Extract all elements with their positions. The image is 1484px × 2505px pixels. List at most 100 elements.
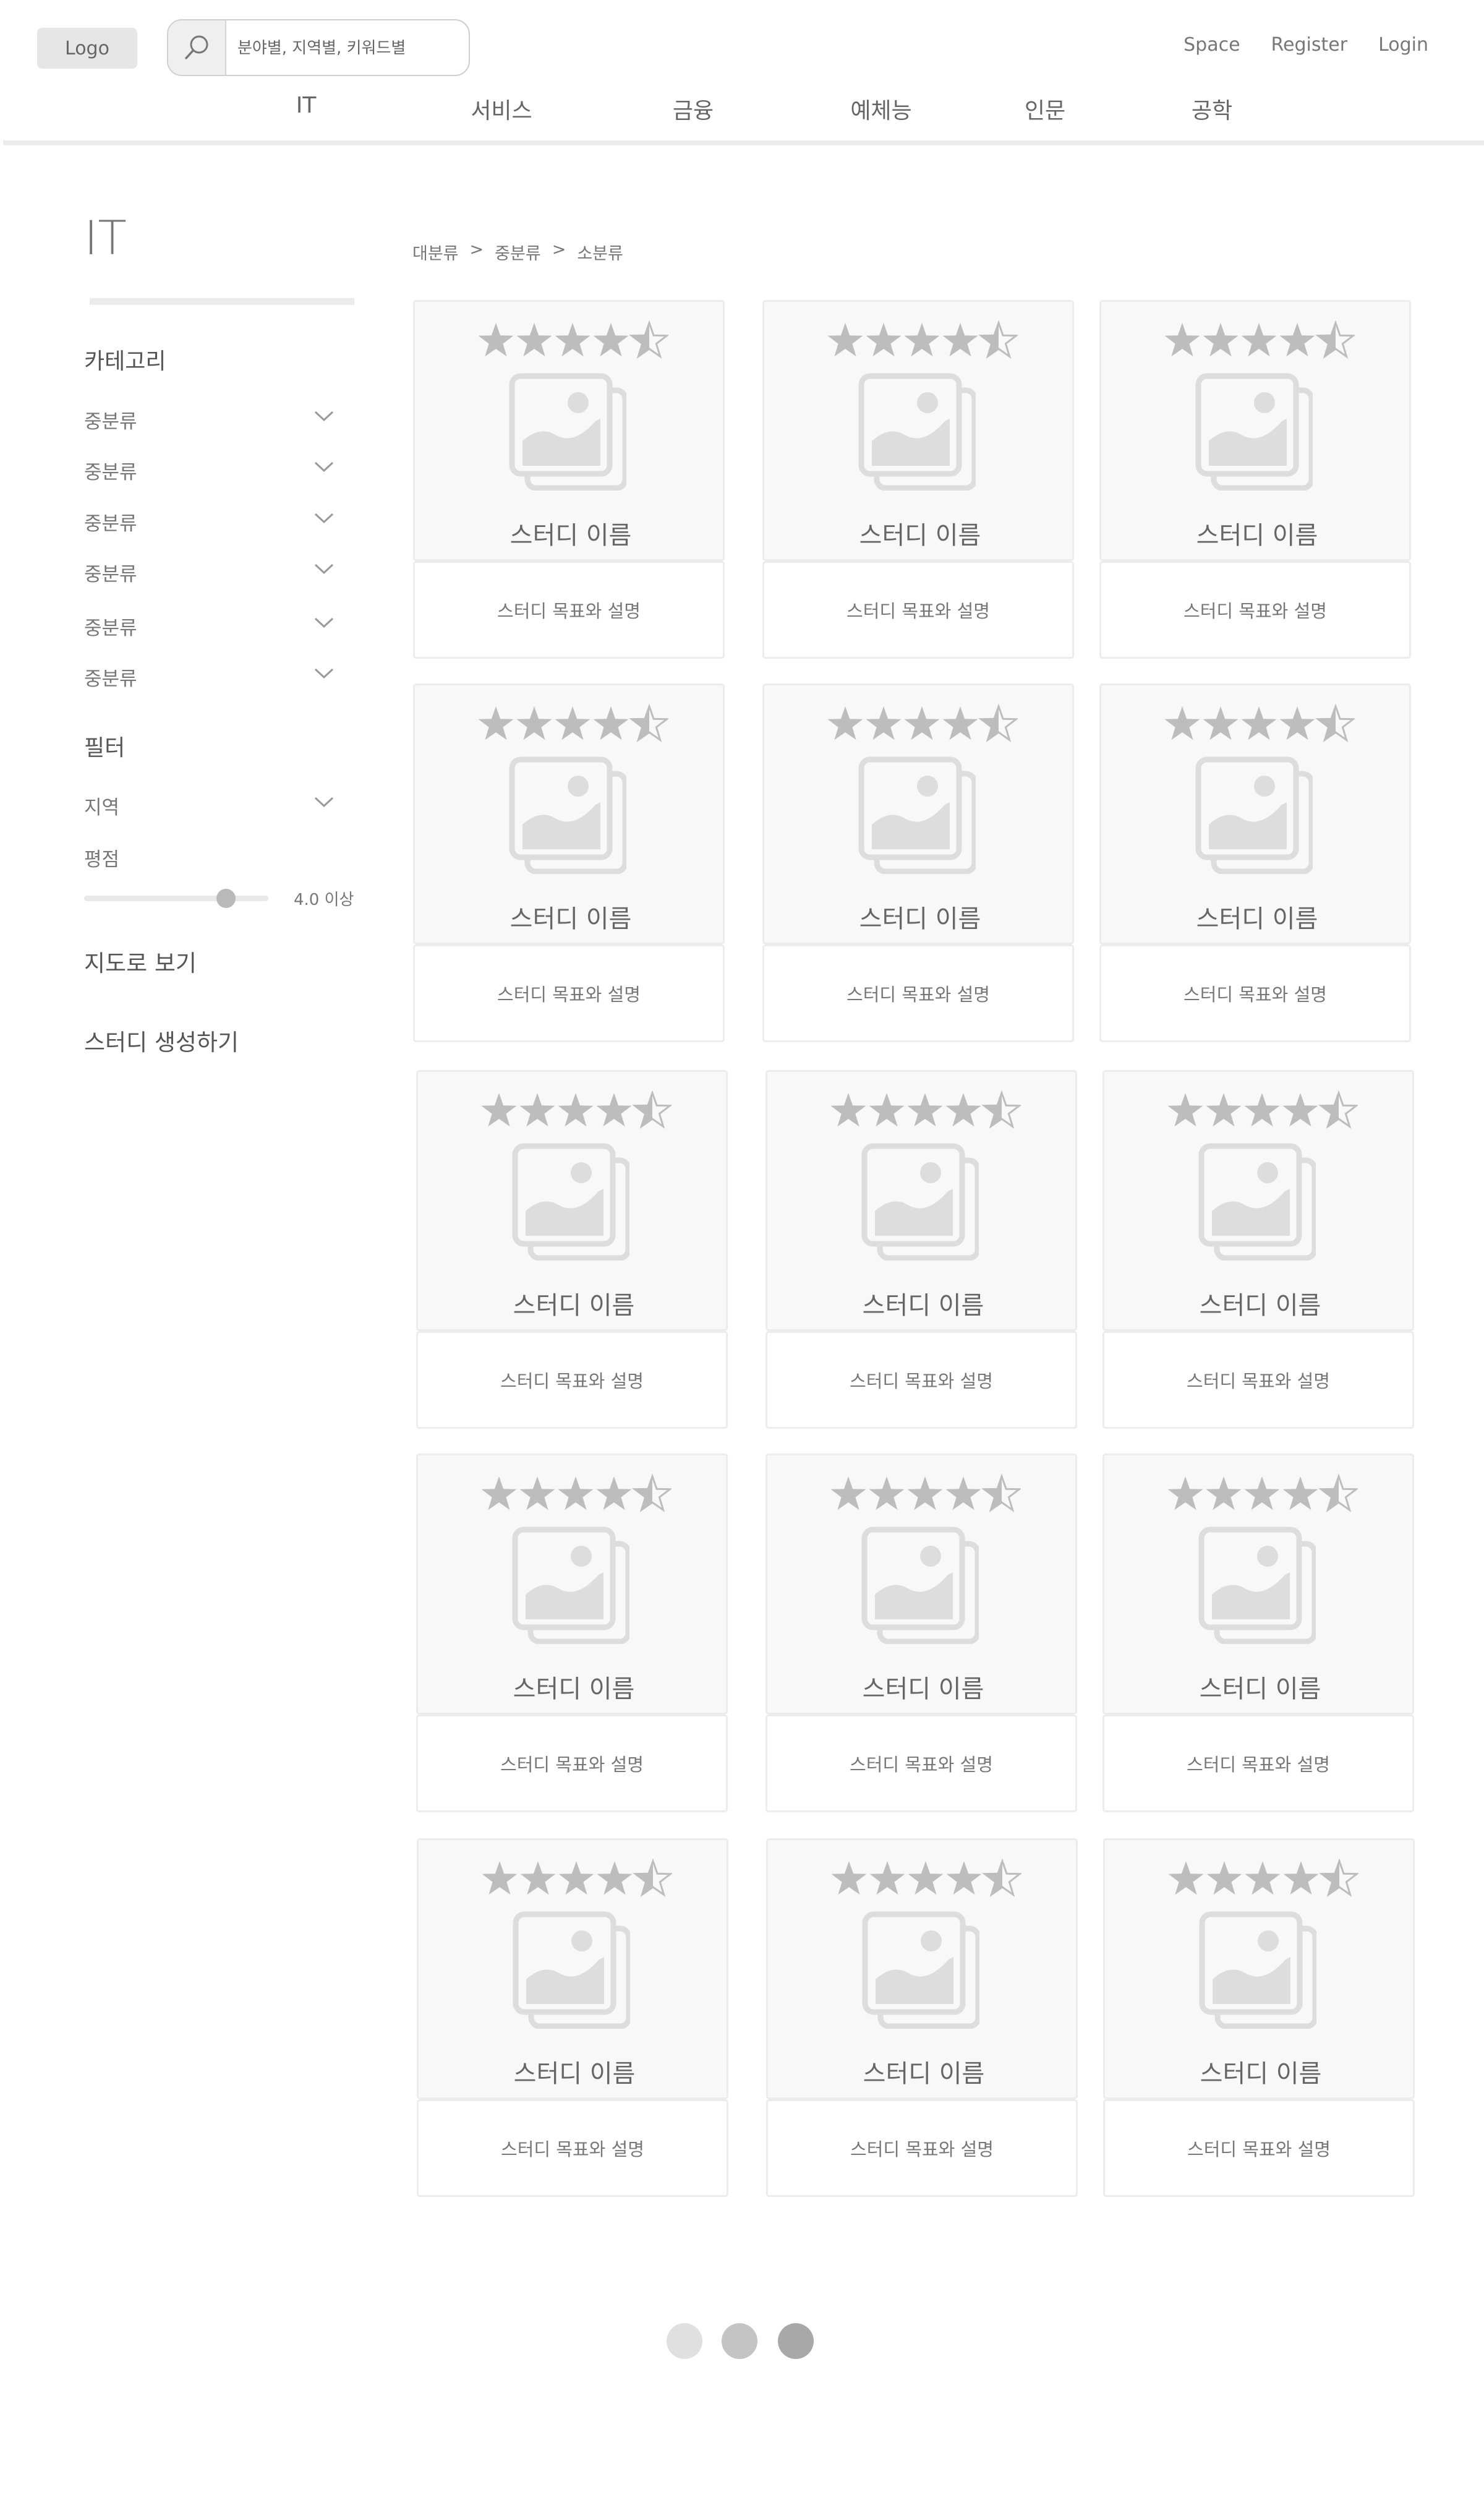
star-icon xyxy=(945,1093,981,1127)
image-placeholder-icon xyxy=(858,756,976,874)
study-card[interactable]: 스터디 이름 스터디 목표와 설명 xyxy=(1099,683,1411,1042)
star-icon xyxy=(1164,323,1200,357)
star-icon xyxy=(516,323,552,357)
star-icon xyxy=(1203,323,1239,357)
nav-item-finance[interactable]: 금융 xyxy=(673,93,714,125)
chevron-down-icon xyxy=(314,411,334,422)
top-links: Space Register Login xyxy=(1183,34,1428,56)
study-card-image-area: 스터디 이름 xyxy=(413,683,725,944)
category-item[interactable]: 중분류 xyxy=(84,559,335,589)
search-button[interactable] xyxy=(168,20,226,75)
image-placeholder-icon xyxy=(1198,1527,1316,1644)
study-name: 스터디 이름 xyxy=(859,905,981,933)
category-heading: 카테고리 xyxy=(84,349,166,374)
star-icon xyxy=(869,1093,905,1127)
study-description: 스터디 목표와 설명 xyxy=(1099,561,1411,659)
study-description: 스터디 목표와 설명 xyxy=(1102,1331,1414,1429)
image-placeholder-icon xyxy=(1195,373,1313,490)
study-card[interactable]: 스터디 이름 스터디 목표와 설명 xyxy=(766,1838,1078,2197)
star-icon xyxy=(866,323,902,357)
star-rating xyxy=(831,1859,1021,1898)
breadcrumb-major[interactable]: 대분류 xyxy=(412,240,459,264)
star-icon xyxy=(519,1093,555,1127)
nav-item-arts-sports[interactable]: 예체능 xyxy=(850,93,911,125)
star-icon xyxy=(597,1861,633,1895)
page-dot-1[interactable] xyxy=(667,2323,702,2359)
rating-slider-track[interactable] xyxy=(84,896,268,901)
star-icon xyxy=(1167,1093,1203,1127)
star-rating xyxy=(478,320,668,359)
register-link[interactable]: Register xyxy=(1271,34,1348,56)
study-card-image-area: 스터디 이름 xyxy=(1102,1454,1414,1715)
study-card[interactable]: 스터디 이름 스터디 목표와 설명 xyxy=(762,683,1074,1042)
study-card-image-area: 스터디 이름 xyxy=(765,1070,1077,1331)
main-nav: IT 서비스 금융 예체능 인문 공학 xyxy=(0,93,1484,130)
star-icon xyxy=(830,1476,866,1510)
star-icon xyxy=(1245,1861,1281,1895)
rating-value: 4.0 이상 xyxy=(294,891,354,909)
search-input[interactable] xyxy=(236,20,467,75)
study-card[interactable]: 스터디 이름 스터디 목표와 설명 xyxy=(413,683,725,1042)
study-name: 스터디 이름 xyxy=(1199,1675,1321,1703)
study-name: 스터디 이름 xyxy=(859,521,981,550)
study-card[interactable]: 스터디 이름 스터디 목표와 설명 xyxy=(416,1070,728,1429)
study-card[interactable]: 스터디 이름 스터디 목표와 설명 xyxy=(765,1070,1077,1429)
star-icon xyxy=(519,1476,555,1510)
study-name: 스터디 이름 xyxy=(863,2060,985,2088)
image-placeholder-icon xyxy=(1195,756,1313,874)
page-dot-2[interactable] xyxy=(722,2323,757,2359)
category-item[interactable]: 중분류 xyxy=(84,508,335,539)
logo[interactable]: Logo xyxy=(37,28,137,69)
map-view-link[interactable]: 지도로 보기 xyxy=(84,944,197,978)
study-card[interactable]: 스터디 이름 스터디 목표와 설명 xyxy=(417,1838,728,2197)
page-dot-3[interactable] xyxy=(778,2323,814,2359)
study-card[interactable]: 스터디 이름 스터디 목표와 설명 xyxy=(1102,1070,1414,1429)
star-icon xyxy=(558,1093,594,1127)
star-icon xyxy=(907,1476,943,1510)
category-item[interactable]: 중분류 xyxy=(84,406,335,437)
category-item[interactable]: 중분류 xyxy=(84,612,335,643)
nav-item-it[interactable]: IT xyxy=(296,93,317,118)
study-card[interactable]: 스터디 이름스터디 목표와 설명 xyxy=(1102,1454,1414,1812)
study-description: 스터디 목표와 설명 xyxy=(416,1715,728,1812)
study-description: 스터디 목표와 설명 xyxy=(762,561,1074,659)
study-description: 스터디 목표와 설명 xyxy=(416,1331,728,1429)
study-name: 스터디 이름 xyxy=(1196,905,1318,933)
category-label: 중분류 xyxy=(84,461,137,484)
study-card[interactable]: 스터디 이름 스터디 목표와 설명 xyxy=(1099,300,1411,659)
breadcrumb-middle[interactable]: 중분류 xyxy=(495,240,541,264)
study-name: 스터디 이름 xyxy=(862,1675,984,1703)
study-card[interactable]: 스터디 이름 스터디 목표와 설명 xyxy=(765,1454,1077,1812)
star-icon xyxy=(1244,1093,1280,1127)
study-card[interactable]: 스터디 이름 스터디 목표와 설명 xyxy=(413,300,725,659)
nav-item-engineering[interactable]: 공학 xyxy=(1192,93,1232,125)
star-icon xyxy=(1203,706,1239,740)
search-icon xyxy=(185,35,208,59)
space-link[interactable]: Space xyxy=(1183,34,1240,56)
study-card[interactable]: 스터디 이름 스터디 목표와 설명 xyxy=(1103,1838,1415,2197)
region-filter[interactable]: 지역 xyxy=(84,792,335,823)
nav-item-humanities[interactable]: 인문 xyxy=(1025,93,1065,125)
image-placeholder-icon xyxy=(862,1911,979,2029)
star-icon xyxy=(555,706,591,740)
star-rating xyxy=(482,1859,672,1898)
study-description: 스터디 목표와 설명 xyxy=(1102,1715,1414,1812)
star-icon xyxy=(866,706,902,740)
star-icon xyxy=(945,1476,981,1510)
study-card[interactable]: 스터디 이름스터디 목표와 설명 xyxy=(762,300,1074,659)
study-card[interactable]: 스터디 이름 스터디 목표와 설명 xyxy=(416,1454,728,1812)
star-rating xyxy=(1164,704,1355,743)
star-icon xyxy=(520,1861,556,1895)
category-item[interactable]: 중분류 xyxy=(84,663,335,694)
create-study-link[interactable]: 스터디 생성하기 xyxy=(84,1024,239,1057)
nav-item-service[interactable]: 서비스 xyxy=(471,93,532,125)
chevron-down-icon xyxy=(314,797,334,808)
star-icon xyxy=(869,1476,905,1510)
image-placeholder-icon xyxy=(509,756,626,874)
login-link[interactable]: Login xyxy=(1378,34,1428,56)
star-icon xyxy=(831,1861,867,1895)
study-description: 스터디 목표와 설명 xyxy=(765,1331,1077,1429)
category-label: 중분류 xyxy=(84,617,137,640)
category-item[interactable]: 중분류 xyxy=(84,456,335,487)
rating-slider-handle[interactable] xyxy=(216,889,236,908)
